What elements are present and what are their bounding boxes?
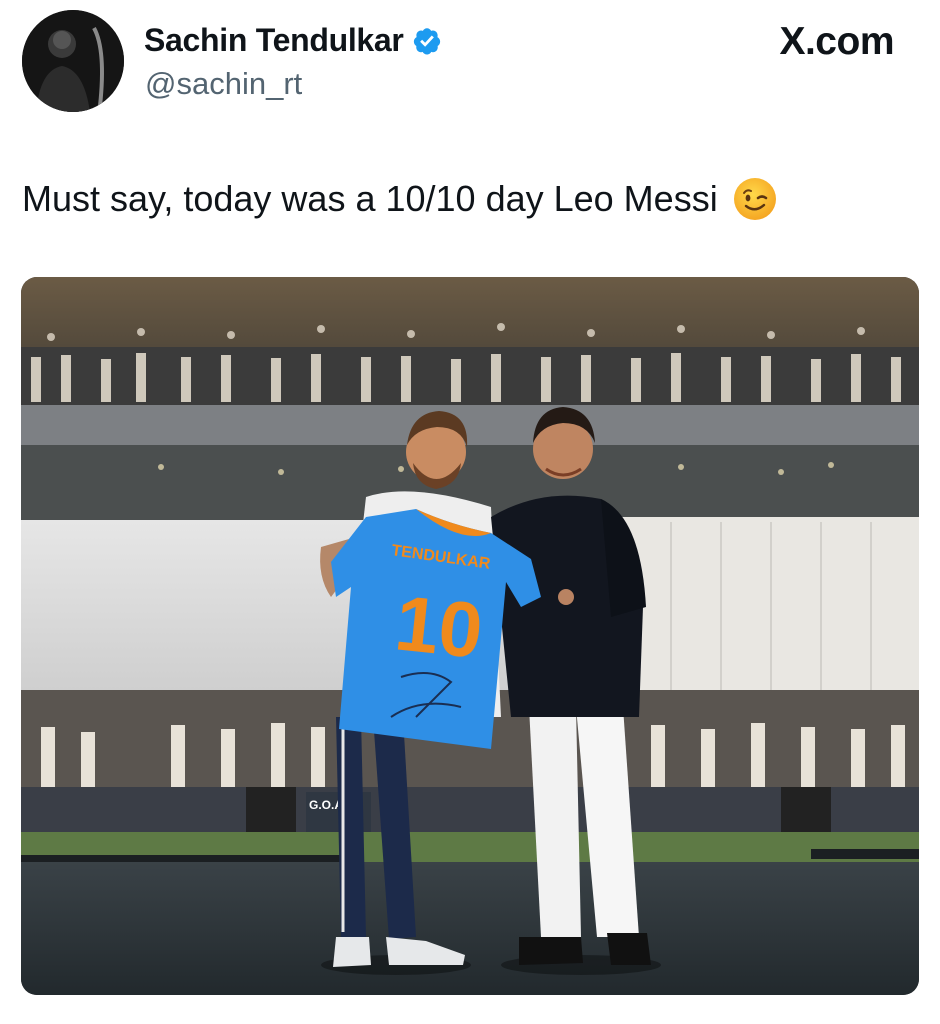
tweet-text: Must say, today was a 10/10 day Leo Mess… [22,176,778,222]
tweet-header: Sachin Tendulkar @sachin_rt X.com [0,0,940,130]
tweet-body: Must say, today was a 10/10 day Leo Mess… [22,178,718,219]
x-brand-logo: X.com [779,20,894,63]
winking-face-icon [733,178,776,220]
tweet-photo[interactable]: G.O.A.T TENDULKAR 10 [21,277,919,995]
author-handle[interactable]: @sachin_rt [145,66,302,102]
verified-badge-icon [413,27,440,54]
photo-scene: G.O.A.T TENDULKAR 10 [21,277,919,995]
jersey-number-text: 10 [391,578,486,675]
author-name-row: Sachin Tendulkar [144,22,442,59]
avatar[interactable] [22,10,124,112]
author-display-name[interactable]: Sachin Tendulkar [144,22,404,59]
avatar-image [22,10,124,112]
